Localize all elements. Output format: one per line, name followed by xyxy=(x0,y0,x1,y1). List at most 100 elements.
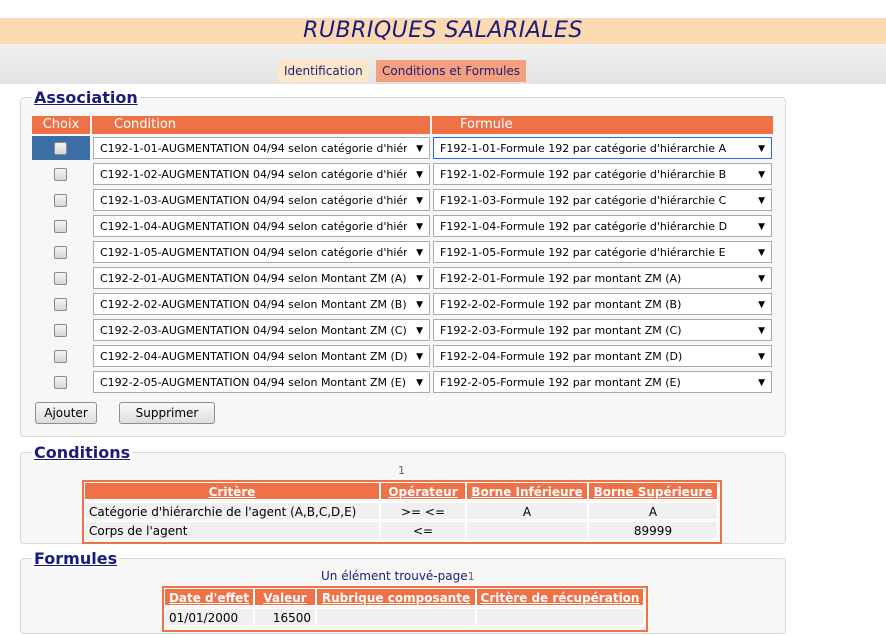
choix-cell xyxy=(32,162,90,186)
ajouter-button[interactable]: Ajouter xyxy=(35,402,97,424)
condition-select[interactable]: C192-2-04-AUGMENTATION 04/94 selon Monta… xyxy=(93,345,430,367)
formule-select[interactable]: F192-2-03-Formule 192 par montant ZM (C)… xyxy=(433,319,772,341)
chevron-down-icon[interactable]: ▼ xyxy=(416,216,423,236)
page-header: RUBRIQUES SALARIALES xyxy=(0,18,886,44)
choix-cell xyxy=(32,188,90,212)
chevron-down-icon[interactable]: ▼ xyxy=(758,294,765,314)
formule-select-value: F192-2-02-Formule 192 par montant ZM (B) xyxy=(440,298,682,311)
conditions-page-number[interactable]: 1 xyxy=(398,464,405,477)
supprimer-button[interactable]: Supprimer xyxy=(119,402,215,424)
row-checkbox[interactable] xyxy=(54,220,67,233)
choix-cell xyxy=(32,292,90,316)
conditions-cell: A xyxy=(466,502,588,520)
chevron-down-icon[interactable]: ▼ xyxy=(758,320,765,340)
formule-select-value: F192-1-03-Formule 192 par catégorie d'hi… xyxy=(440,194,727,207)
association-legend: Association xyxy=(32,88,140,107)
choix-cell xyxy=(32,136,90,160)
conditions-header-borne-inferieure[interactable]: Borne Inférieure xyxy=(466,482,588,500)
chevron-down-icon[interactable]: ▼ xyxy=(416,190,423,210)
condition-select[interactable]: C192-1-03-AUGMENTATION 04/94 selon catég… xyxy=(93,189,430,211)
formule-select[interactable]: F192-1-02-Formule 192 par catégorie d'hi… xyxy=(433,163,772,185)
formule-select[interactable]: F192-2-02-Formule 192 par montant ZM (B)… xyxy=(433,293,772,315)
condition-select-value: C192-2-03-AUGMENTATION 04/94 selon Monta… xyxy=(100,324,407,337)
condition-select[interactable]: C192-1-02-AUGMENTATION 04/94 selon catég… xyxy=(93,163,430,185)
condition-select[interactable]: C192-2-03-AUGMENTATION 04/94 selon Monta… xyxy=(93,319,430,341)
conditions-header-borne-superieure[interactable]: Borne Supérieure xyxy=(588,482,718,500)
condition-select[interactable]: C192-1-05-AUGMENTATION 04/94 selon catég… xyxy=(93,241,430,263)
chevron-down-icon[interactable]: ▼ xyxy=(758,138,765,158)
condition-select[interactable]: C192-2-01-AUGMENTATION 04/94 selon Monta… xyxy=(93,267,430,289)
formules-cell: 16500 xyxy=(254,608,316,626)
chevron-down-icon[interactable]: ▼ xyxy=(758,164,765,184)
choix-cell xyxy=(32,214,90,238)
formules-cell xyxy=(476,608,644,626)
condition-select-value: C192-2-02-AUGMENTATION 04/94 selon Monta… xyxy=(100,298,407,311)
condition-select-value: C192-1-03-AUGMENTATION 04/94 selon catég… xyxy=(100,194,407,207)
chevron-down-icon[interactable]: ▼ xyxy=(758,216,765,236)
condition-select[interactable]: C192-1-01-AUGMENTATION 04/94 selon catég… xyxy=(93,137,430,159)
row-checkbox[interactable] xyxy=(54,246,67,259)
condition-select-value: C192-2-05-AUGMENTATION 04/94 selon Monta… xyxy=(100,376,407,389)
column-header-condition: Condition xyxy=(92,116,430,134)
row-checkbox[interactable] xyxy=(54,194,67,207)
formules-cell xyxy=(316,608,476,626)
conditions-cell: Catégorie d'hiérarchie de l'agent (A,B,C… xyxy=(84,502,380,520)
chevron-down-icon[interactable]: ▼ xyxy=(758,372,765,392)
formule-select[interactable]: F192-1-05-Formule 192 par catégorie d'hi… xyxy=(433,241,772,263)
chevron-down-icon[interactable]: ▼ xyxy=(416,372,423,392)
condition-select-value: C192-2-01-AUGMENTATION 04/94 selon Monta… xyxy=(100,272,407,285)
row-checkbox[interactable] xyxy=(54,272,67,285)
formule-select[interactable]: F192-2-01-Formule 192 par montant ZM (A)… xyxy=(433,267,772,289)
formules-header-valeur[interactable]: Valeur xyxy=(254,588,316,606)
conditions-cell xyxy=(466,521,588,539)
tab-identification[interactable]: Identification xyxy=(278,60,369,82)
conditions-header-operateur[interactable]: Opérateur xyxy=(380,482,466,500)
conditions-legend: Conditions xyxy=(32,443,133,462)
chevron-down-icon[interactable]: ▼ xyxy=(416,268,423,288)
conditions-header-critere[interactable]: Critère xyxy=(84,482,380,500)
chevron-down-icon[interactable]: ▼ xyxy=(416,320,423,340)
chevron-down-icon[interactable]: ▼ xyxy=(416,138,423,158)
chevron-down-icon[interactable]: ▼ xyxy=(758,268,765,288)
formules-header-date-effet[interactable]: Date d'effet xyxy=(164,588,254,606)
chevron-down-icon[interactable]: ▼ xyxy=(416,242,423,262)
page-title: RUBRIQUES SALARIALES xyxy=(303,18,583,43)
row-checkbox[interactable] xyxy=(54,324,67,337)
formule-select-value: F192-2-05-Formule 192 par montant ZM (E) xyxy=(440,376,681,389)
choix-cell xyxy=(32,240,90,264)
formule-select[interactable]: F192-1-01-Formule 192 par catégorie d'hi… xyxy=(433,137,772,159)
formules-cell: 01/01/2000 xyxy=(164,608,254,626)
formule-select[interactable]: F192-2-05-Formule 192 par montant ZM (E)… xyxy=(433,371,772,393)
row-checkbox[interactable] xyxy=(54,168,67,181)
row-checkbox[interactable] xyxy=(54,298,67,311)
chevron-down-icon[interactable]: ▼ xyxy=(416,164,423,184)
formules-header-critere-recuperation[interactable]: Critère de récupération xyxy=(476,588,644,606)
formules-page-number[interactable]: 1 xyxy=(468,570,475,583)
choix-cell xyxy=(32,370,90,394)
formule-select[interactable]: F192-2-04-Formule 192 par montant ZM (D)… xyxy=(433,345,772,367)
condition-select[interactable]: C192-2-05-AUGMENTATION 04/94 selon Monta… xyxy=(93,371,430,393)
row-checkbox[interactable] xyxy=(54,376,67,389)
condition-select-value: C192-1-02-AUGMENTATION 04/94 selon catég… xyxy=(100,168,407,181)
formule-select-value: F192-2-04-Formule 192 par montant ZM (D) xyxy=(440,350,683,363)
condition-select[interactable]: C192-1-04-AUGMENTATION 04/94 selon catég… xyxy=(93,215,430,237)
tab-conditions-et-formules[interactable]: Conditions et Formules xyxy=(376,60,527,82)
condition-select-value: C192-1-05-AUGMENTATION 04/94 selon catég… xyxy=(100,246,407,259)
chevron-down-icon[interactable]: ▼ xyxy=(758,190,765,210)
chevron-down-icon[interactable]: ▼ xyxy=(758,242,765,262)
condition-select-value: C192-1-04-AUGMENTATION 04/94 selon catég… xyxy=(100,220,407,233)
row-checkbox[interactable] xyxy=(54,350,67,363)
chevron-down-icon[interactable]: ▼ xyxy=(758,346,765,366)
formule-select[interactable]: F192-1-04-Formule 192 par catégorie d'hi… xyxy=(433,215,772,237)
formule-select-value: F192-1-01-Formule 192 par catégorie d'hi… xyxy=(440,142,727,155)
row-checkbox[interactable] xyxy=(54,142,67,155)
condition-select[interactable]: C192-2-02-AUGMENTATION 04/94 selon Monta… xyxy=(93,293,430,315)
chevron-down-icon[interactable]: ▼ xyxy=(416,294,423,314)
formules-status: Un élément trouvé-page1 xyxy=(321,569,475,583)
formule-select[interactable]: F192-1-03-Formule 192 par catégorie d'hi… xyxy=(433,189,772,211)
choix-cell xyxy=(32,344,90,368)
chevron-down-icon[interactable]: ▼ xyxy=(416,346,423,366)
formules-header-rubrique-composante[interactable]: Rubrique composante xyxy=(316,588,476,606)
formule-select-value: F192-1-05-Formule 192 par catégorie d'hi… xyxy=(440,246,726,259)
formules-status-text: Un élément trouvé-page xyxy=(321,569,468,583)
